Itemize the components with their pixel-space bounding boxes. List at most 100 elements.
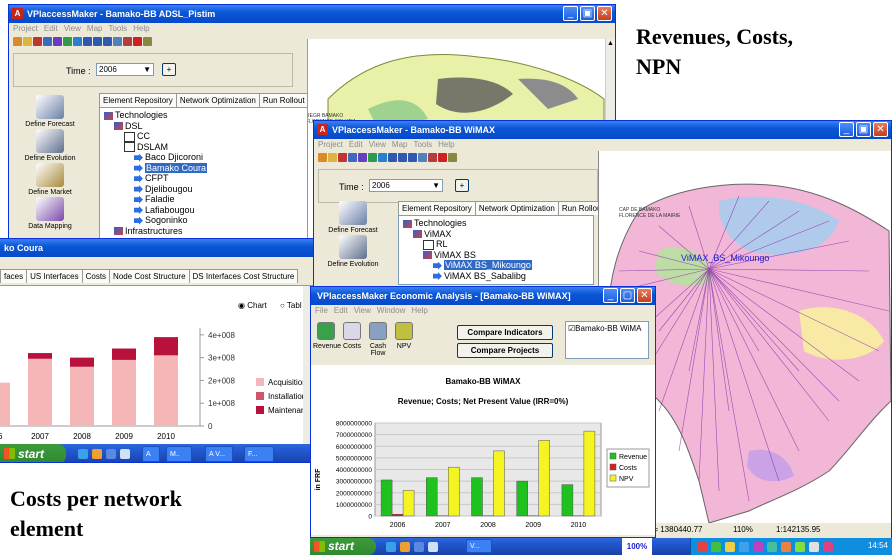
start-button[interactable]: start xyxy=(0,444,66,462)
tray-icon-7[interactable] xyxy=(781,542,791,552)
adsl-titlebar[interactable]: A VPlaccessMaker - Bamako-BB ADSL_Pistim xyxy=(9,5,615,23)
tree-item[interactable]: Djelibougou xyxy=(134,184,193,194)
select-icon[interactable] xyxy=(418,153,427,162)
tree-item[interactable]: Technologies xyxy=(403,218,467,228)
zoom-fit-icon[interactable] xyxy=(408,153,417,162)
tree-item[interactable]: Faladie xyxy=(134,194,175,204)
time-add-button[interactable]: + xyxy=(455,179,469,192)
tree-item[interactable]: ViMAX xyxy=(413,229,451,239)
compare-projects-button[interactable]: Compare Projects xyxy=(457,343,553,358)
minimize-button[interactable]: _ xyxy=(839,122,854,137)
menu-item[interactable]: Help xyxy=(133,24,149,33)
tray-icon-10[interactable] xyxy=(823,542,833,552)
menu-item[interactable]: Window xyxy=(377,306,405,315)
tray-icon-5[interactable] xyxy=(753,542,763,552)
coura-titlebar[interactable]: ko Coura xyxy=(0,239,315,257)
outlook-icon[interactable] xyxy=(414,542,424,552)
tree-item[interactable]: Bamako Coura xyxy=(134,162,208,173)
tab[interactable]: US Interfaces xyxy=(26,269,83,283)
network-icon[interactable] xyxy=(63,37,72,46)
tray-icon-9[interactable] xyxy=(809,542,819,552)
route-icon[interactable] xyxy=(73,37,82,46)
econ-tool-button[interactable]: Revenue xyxy=(313,320,341,350)
maximize-button[interactable]: ▢ xyxy=(620,288,635,303)
menu-item[interactable]: Project xyxy=(13,24,38,33)
tree-item[interactable]: RL xyxy=(423,239,448,250)
sidebar-item[interactable]: Define Forecast xyxy=(15,95,85,128)
layers-icon[interactable] xyxy=(53,37,62,46)
menu-item[interactable]: Project xyxy=(318,140,343,149)
folder-icon[interactable] xyxy=(23,37,32,46)
scroll-up-icon[interactable]: ▲ xyxy=(607,40,614,47)
zoom-in-icon[interactable] xyxy=(83,37,92,46)
close-button[interactable]: ✕ xyxy=(637,288,652,303)
tree-item[interactable]: Technologies xyxy=(104,110,168,120)
start-button[interactable]: start xyxy=(310,538,376,555)
maximize-button[interactable]: ▣ xyxy=(856,122,871,137)
outlook-icon[interactable] xyxy=(106,449,116,459)
sidebar-item[interactable]: Define Evolution xyxy=(318,235,388,268)
taskbar-app[interactable]: V... xyxy=(466,539,492,553)
select-icon[interactable] xyxy=(113,37,122,46)
menu-item[interactable]: Tools xyxy=(108,24,127,33)
tray-icon-2[interactable] xyxy=(711,542,721,552)
menu-item[interactable]: Edit xyxy=(334,306,348,315)
tab[interactable]: Run Rollout xyxy=(258,93,309,107)
grid-icon[interactable] xyxy=(348,153,357,162)
taskbar-app-3[interactable]: A V... xyxy=(205,446,233,462)
tab[interactable]: Node Cost Structure xyxy=(109,269,190,283)
sidebar-item[interactable]: Define Market xyxy=(15,163,85,196)
econ-tool-button[interactable]: Cash Flow xyxy=(365,320,391,357)
econ-tool-button[interactable]: Costs xyxy=(339,320,365,350)
grid-icon[interactable] xyxy=(43,37,52,46)
media-icon[interactable] xyxy=(92,449,102,459)
taskbar-app-1[interactable]: A xyxy=(142,446,160,462)
menu-item[interactable]: Edit xyxy=(44,24,58,33)
menu-item[interactable]: Tools xyxy=(413,140,432,149)
ie-icon[interactable] xyxy=(78,449,88,459)
tray-icon-4[interactable] xyxy=(739,542,749,552)
time-select[interactable]: 2006 ▼ xyxy=(369,179,443,192)
sidebar-item[interactable]: Define Forecast xyxy=(318,201,388,234)
menu-item[interactable]: View xyxy=(64,24,81,33)
tab[interactable]: Element Repository xyxy=(99,93,177,107)
menu-item[interactable]: Help xyxy=(411,306,427,315)
tab[interactable]: Costs xyxy=(81,269,111,283)
tray-icon-8[interactable] xyxy=(795,542,805,552)
tab[interactable]: faces xyxy=(0,269,28,283)
menu-item[interactable]: View xyxy=(354,306,371,315)
sidebar-item[interactable]: Data Mapping xyxy=(15,197,85,230)
desktop-icon[interactable] xyxy=(120,449,130,459)
menu-item[interactable]: Edit xyxy=(349,140,363,149)
zoom-fit-icon[interactable] xyxy=(103,37,112,46)
tree-item[interactable]: Baco Djicoroni xyxy=(134,152,203,162)
tree-item[interactable]: ViMAX BS_Sabalibg xyxy=(433,271,526,281)
desktop-icon[interactable] xyxy=(428,542,438,552)
compare-indicators-button[interactable]: Compare Indicators xyxy=(457,325,553,340)
tree-item[interactable]: CC xyxy=(124,131,150,142)
route-icon[interactable] xyxy=(378,153,387,162)
maximize-button[interactable]: ▣ xyxy=(580,6,595,21)
help-icon[interactable] xyxy=(143,37,152,46)
tree-item[interactable]: ViMAX BS xyxy=(423,250,476,260)
network-icon[interactable] xyxy=(368,153,377,162)
tree-item[interactable]: Sogoninko xyxy=(134,215,188,225)
wimax-titlebar[interactable]: A VPlaccessMaker - Bamako-BB WiMAX xyxy=(314,121,891,139)
tab[interactable]: Network Optimization xyxy=(474,201,559,215)
pin-icon[interactable] xyxy=(133,37,142,46)
tree-item[interactable]: DSL xyxy=(114,121,143,131)
folder-icon[interactable] xyxy=(328,153,337,162)
media-icon[interactable] xyxy=(400,542,410,552)
tab[interactable]: Network Optimization xyxy=(175,93,260,107)
menu-item[interactable]: Map xyxy=(392,140,408,149)
save-icon[interactable] xyxy=(33,37,42,46)
tree-item[interactable]: Infrastructures xyxy=(114,226,183,236)
tree-item[interactable]: DSLAM xyxy=(124,142,168,153)
tray-icon-6[interactable] xyxy=(767,542,777,552)
tree-item[interactable]: CFPT xyxy=(134,173,169,183)
menu-item[interactable]: View xyxy=(369,140,386,149)
zoom-out-icon[interactable] xyxy=(398,153,407,162)
taskbar-app-2[interactable]: M.. xyxy=(166,446,192,462)
sidebar-item[interactable]: Define Evolution xyxy=(15,129,85,162)
time-add-button[interactable]: + xyxy=(162,63,176,76)
